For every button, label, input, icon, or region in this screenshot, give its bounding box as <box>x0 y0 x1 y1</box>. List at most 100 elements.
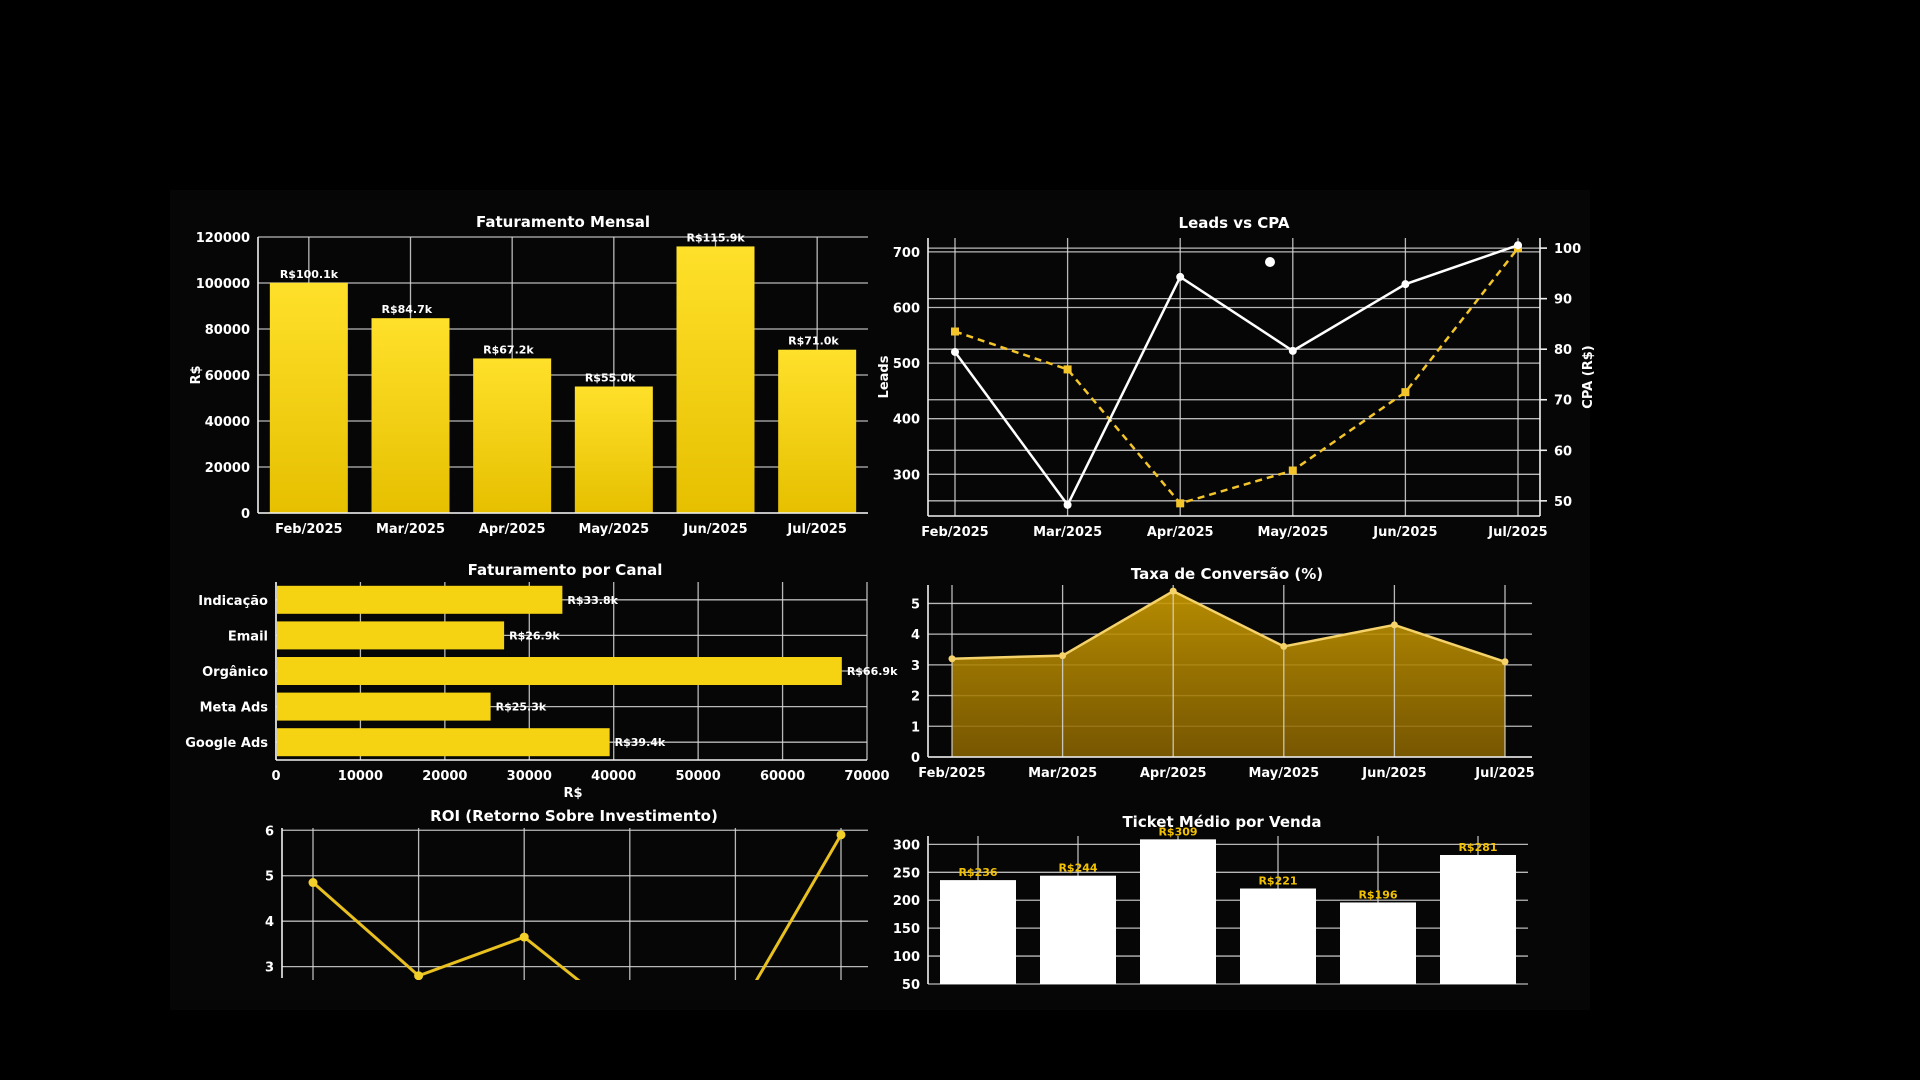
roi-point <box>519 932 529 942</box>
series-leads-point <box>951 347 959 356</box>
y-tick-label: 200 <box>893 894 920 909</box>
series-cpa-point <box>1176 499 1185 508</box>
bar-data-label: R$66.9k <box>847 665 898 678</box>
y2-tick-label: 90 <box>1554 293 1572 308</box>
y-tick-label: 1 <box>911 720 920 735</box>
bar <box>1340 902 1416 984</box>
y-tick-label: 600 <box>893 302 920 317</box>
x-tick-label: 70000 <box>844 769 889 784</box>
y-tick-label: 400 <box>893 413 920 428</box>
y-axis-label: Leads <box>877 355 892 398</box>
cursor-dot <box>1265 257 1275 267</box>
bar <box>1140 839 1216 984</box>
x-tick-label: Mar/2025 <box>1028 766 1097 781</box>
bar-data-label: R$26.9k <box>509 629 560 642</box>
x-tick-label: Feb/2025 <box>921 525 988 540</box>
y-tick-label: 4 <box>911 628 920 643</box>
y-tick-label: 250 <box>893 866 920 881</box>
bar-data-label: R$221 <box>1258 874 1297 887</box>
bar <box>1240 888 1316 984</box>
bar-data-label: R$244 <box>1058 862 1097 875</box>
bar-data-label: R$33.8k <box>567 594 618 607</box>
y-tick-label: Meta Ads <box>200 701 269 716</box>
chart-title: Faturamento Mensal <box>476 213 650 231</box>
series-leads-point <box>1288 346 1297 355</box>
chart-title: ROI (Retorno Sobre Investimento) <box>430 807 718 825</box>
bar <box>676 246 755 513</box>
bar <box>574 386 653 513</box>
bar-data-label: R$115.9k <box>687 231 746 244</box>
chart-title: Leads vs CPA <box>1179 214 1290 232</box>
series-cpa-point <box>1288 466 1297 475</box>
series-cpa-point <box>1063 365 1072 374</box>
y-tick-label: 20000 <box>205 461 250 476</box>
y-tick-label: Indicação <box>198 594 268 609</box>
bar-data-label: R$100.1k <box>280 268 339 281</box>
chart-title: Faturamento por Canal <box>468 561 663 579</box>
roi-point <box>308 878 318 888</box>
dashboard-screen: Faturamento Mensal0200004000060000800001… <box>0 0 1920 1080</box>
y-tick-label: 5 <box>911 597 920 612</box>
y-tick-label: 2 <box>911 690 920 705</box>
bar <box>277 692 491 721</box>
y-tick-label: 4 <box>265 915 274 930</box>
area-point <box>1390 621 1398 629</box>
bar-data-label: R$55.0k <box>585 372 636 385</box>
bar <box>778 349 857 513</box>
y-tick-label: Email <box>228 629 268 644</box>
bar-data-label: R$281 <box>1458 841 1497 854</box>
x-axis-label: R$ <box>563 786 582 801</box>
bar <box>940 880 1016 984</box>
x-tick-label: 10000 <box>338 769 383 784</box>
series-leads-point <box>1176 272 1185 281</box>
x-tick-label: 50000 <box>676 769 721 784</box>
bar-data-label: R$309 <box>1158 825 1197 838</box>
area-point <box>948 655 956 663</box>
bar <box>269 282 348 513</box>
y-axis-label: R$ <box>189 365 204 384</box>
x-tick-label: Apr/2025 <box>1147 525 1214 540</box>
chart-title: Ticket Médio por Venda <box>1122 813 1321 831</box>
series-cpa-point <box>951 327 959 336</box>
x-tick-label: 60000 <box>760 769 805 784</box>
bar-data-label: R$39.4k <box>615 736 666 749</box>
x-tick-label: Mar/2025 <box>376 522 445 537</box>
y2-tick-label: 80 <box>1554 343 1572 358</box>
roi-point <box>836 830 846 840</box>
x-tick-label: 30000 <box>507 769 552 784</box>
y-tick-label: 500 <box>893 357 920 372</box>
y-tick-label: 3 <box>265 961 274 976</box>
chart-title: Taxa de Conversão (%) <box>1131 565 1323 583</box>
bar <box>1440 854 1516 984</box>
y-tick-label: 60000 <box>205 369 250 384</box>
y-tick-label: Orgânico <box>202 665 268 680</box>
y2-tick-label: 70 <box>1554 394 1572 409</box>
series-leads-point <box>1401 280 1410 289</box>
series-leads-point <box>1063 500 1072 509</box>
y-tick-label: 3 <box>911 659 920 674</box>
y-tick-label: 120000 <box>196 231 250 246</box>
y-tick-label: 0 <box>911 751 920 766</box>
bar-data-label: R$236 <box>958 866 997 879</box>
x-tick-label: May/2025 <box>578 522 649 537</box>
bar <box>277 621 505 650</box>
x-tick-label: Jun/2025 <box>682 522 747 537</box>
y2-axis-label: CPA (R$) <box>1581 345 1596 408</box>
y-tick-label: 80000 <box>205 323 250 338</box>
roi-point <box>414 971 424 980</box>
bar-data-label: R$71.0k <box>788 335 839 348</box>
bar-data-label: R$196 <box>1358 888 1397 901</box>
x-tick-label: Jul/2025 <box>1474 766 1534 781</box>
bar <box>277 585 563 614</box>
y-tick-label: 700 <box>893 246 920 261</box>
x-tick-label: 0 <box>271 769 280 784</box>
bar <box>277 728 610 757</box>
y2-tick-label: 100 <box>1554 242 1581 257</box>
x-tick-label: Jul/2025 <box>1487 525 1547 540</box>
x-tick-label: 20000 <box>422 769 467 784</box>
y-tick-label: 100 <box>893 950 920 965</box>
y2-tick-label: 50 <box>1554 495 1572 510</box>
x-tick-label: Jun/2025 <box>1361 766 1426 781</box>
y-tick-label: 300 <box>893 838 920 853</box>
x-tick-label: May/2025 <box>1257 525 1328 540</box>
